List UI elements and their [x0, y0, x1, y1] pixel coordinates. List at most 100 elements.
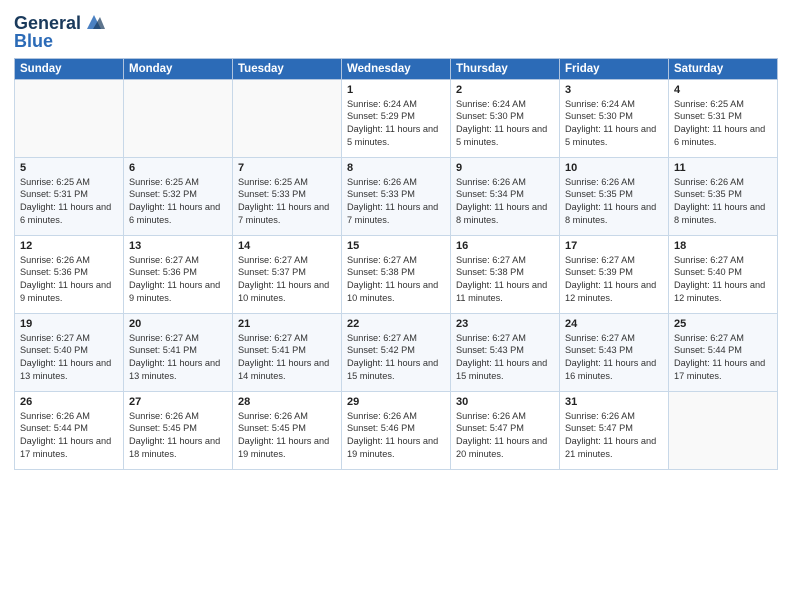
day-number: 3: [565, 84, 663, 96]
day-number: 28: [238, 396, 336, 408]
day-detail: Sunrise: 6:25 AMSunset: 5:31 PMDaylight:…: [674, 98, 772, 150]
day-detail: Sunrise: 6:24 AMSunset: 5:30 PMDaylight:…: [565, 98, 663, 150]
day-number: 17: [565, 240, 663, 252]
calendar-cell: 24Sunrise: 6:27 AMSunset: 5:43 PMDayligh…: [560, 313, 669, 391]
day-number: 18: [674, 240, 772, 252]
day-detail: Sunrise: 6:26 AMSunset: 5:33 PMDaylight:…: [347, 176, 445, 228]
calendar-cell: 27 Sunrise: 6:26 AMSunset: 5:45 PMDayligh…: [124, 391, 233, 469]
day-number: 27: [129, 396, 227, 408]
day-detail: Sunrise: 6:26 AMSunset: 5:46 PMDaylight:…: [347, 410, 445, 462]
weekday-header-thursday: Thursday: [451, 58, 560, 79]
day-number: 24: [565, 318, 663, 330]
calendar-cell: 10Sunrise: 6:26 AMSunset: 5:35 PMDayligh…: [560, 157, 669, 235]
day-number: 4: [674, 84, 772, 96]
calendar-cell: 26Sunrise: 6:26 AMSunset: 5:44 PMDayligh…: [15, 391, 124, 469]
day-number: 25: [674, 318, 772, 330]
calendar-cell: 21 Sunrise: 6:27 AMSunset: 5:41 PMDayligh…: [233, 313, 342, 391]
calendar-cell: 15 Sunrise: 6:27 AMSunset: 5:38 PMDayligh…: [342, 235, 451, 313]
day-detail: Sunrise: 6:24 AMSunset: 5:30 PMDaylight:…: [456, 98, 554, 150]
day-number: 12: [20, 240, 118, 252]
header: General Blue: [14, 10, 778, 52]
day-number: 30: [456, 396, 554, 408]
day-number: 22: [347, 318, 445, 330]
calendar-cell: 7 Sunrise: 6:25 AMSunset: 5:33 PMDaylight…: [233, 157, 342, 235]
weekday-header-monday: Monday: [124, 58, 233, 79]
day-number: 11: [674, 162, 772, 174]
calendar-cell: 29 Sunrise: 6:26 AMSunset: 5:46 PMDayligh…: [342, 391, 451, 469]
day-number: 26: [20, 396, 118, 408]
calendar-cell: 22 Sunrise: 6:27 AMSunset: 5:42 PMDayligh…: [342, 313, 451, 391]
day-detail: Sunrise: 6:26 AMSunset: 5:47 PMDaylight:…: [565, 410, 663, 462]
calendar-cell: 12 Sunrise: 6:26 AMSunset: 5:36 PMDayligh…: [15, 235, 124, 313]
day-number: 1: [347, 84, 445, 96]
calendar-cell: [233, 79, 342, 157]
day-number: 5: [20, 162, 118, 174]
logo: General Blue: [14, 14, 105, 52]
day-detail: Sunrise: 6:26 AMSunset: 5:36 PMDaylight:…: [20, 254, 118, 306]
day-detail: Sunrise: 6:25 AMSunset: 5:32 PMDaylight:…: [129, 176, 227, 228]
calendar-cell: 23 Sunrise: 6:27 AMSunset: 5:43 PMDayligh…: [451, 313, 560, 391]
day-detail: Sunrise: 6:27 AMSunset: 5:42 PMDaylight:…: [347, 332, 445, 384]
week-row-2: 5 Sunrise: 6:25 AMSunset: 5:31 PMDaylight…: [15, 157, 778, 235]
day-detail: Sunrise: 6:26 AMSunset: 5:35 PMDaylight:…: [565, 176, 663, 228]
week-row-5: 26Sunrise: 6:26 AMSunset: 5:44 PMDayligh…: [15, 391, 778, 469]
day-detail: Sunrise: 6:26 AMSunset: 5:34 PMDaylight:…: [456, 176, 554, 228]
day-detail: Sunrise: 6:27 AMSunset: 5:40 PMDaylight:…: [20, 332, 118, 384]
page-container: General Blue SundayMondayTuesdayWednesda…: [0, 0, 792, 476]
day-number: 7: [238, 162, 336, 174]
day-number: 13: [129, 240, 227, 252]
calendar-cell: 1 Sunrise: 6:24 AMSunset: 5:29 PMDaylight…: [342, 79, 451, 157]
calendar-cell: 9 Sunrise: 6:26 AMSunset: 5:34 PMDaylight…: [451, 157, 560, 235]
weekday-header-saturday: Saturday: [669, 58, 778, 79]
calendar-cell: [15, 79, 124, 157]
day-detail: Sunrise: 6:27 AMSunset: 5:38 PMDaylight:…: [347, 254, 445, 306]
day-detail: Sunrise: 6:27 AMSunset: 5:36 PMDaylight:…: [129, 254, 227, 306]
day-detail: Sunrise: 6:27 AMSunset: 5:37 PMDaylight:…: [238, 254, 336, 306]
calendar-cell: 6 Sunrise: 6:25 AMSunset: 5:32 PMDaylight…: [124, 157, 233, 235]
weekday-header-tuesday: Tuesday: [233, 58, 342, 79]
calendar-cell: [124, 79, 233, 157]
day-detail: Sunrise: 6:27 AMSunset: 5:41 PMDaylight:…: [238, 332, 336, 384]
day-number: 20: [129, 318, 227, 330]
logo-icon: [83, 13, 105, 31]
day-number: 21: [238, 318, 336, 330]
day-number: 8: [347, 162, 445, 174]
calendar-cell: 11 Sunrise: 6:26 AMSunset: 5:35 PMDayligh…: [669, 157, 778, 235]
day-detail: Sunrise: 6:25 AMSunset: 5:31 PMDaylight:…: [20, 176, 118, 228]
day-number: 23: [456, 318, 554, 330]
day-number: 14: [238, 240, 336, 252]
day-number: 2: [456, 84, 554, 96]
day-detail: Sunrise: 6:27 AMSunset: 5:43 PMDaylight:…: [456, 332, 554, 384]
day-detail: Sunrise: 6:27 AMSunset: 5:38 PMDaylight:…: [456, 254, 554, 306]
day-number: 29: [347, 396, 445, 408]
day-detail: Sunrise: 6:25 AMSunset: 5:33 PMDaylight:…: [238, 176, 336, 228]
calendar-cell: 2 Sunrise: 6:24 AMSunset: 5:30 PMDaylight…: [451, 79, 560, 157]
day-number: 31: [565, 396, 663, 408]
calendar-cell: 25Sunrise: 6:27 AMSunset: 5:44 PMDayligh…: [669, 313, 778, 391]
calendar-cell: 28Sunrise: 6:26 AMSunset: 5:45 PMDayligh…: [233, 391, 342, 469]
week-row-1: 1 Sunrise: 6:24 AMSunset: 5:29 PMDaylight…: [15, 79, 778, 157]
day-number: 15: [347, 240, 445, 252]
calendar-cell: 5 Sunrise: 6:25 AMSunset: 5:31 PMDaylight…: [15, 157, 124, 235]
calendar-cell: 17 Sunrise: 6:27 AMSunset: 5:39 PMDayligh…: [560, 235, 669, 313]
calendar-cell: 14 Sunrise: 6:27 AMSunset: 5:37 PMDayligh…: [233, 235, 342, 313]
day-detail: Sunrise: 6:26 AMSunset: 5:45 PMDaylight:…: [129, 410, 227, 462]
calendar-cell: 19 Sunrise: 6:27 AMSunset: 5:40 PMDayligh…: [15, 313, 124, 391]
calendar-cell: 20 Sunrise: 6:27 AMSunset: 5:41 PMDayligh…: [124, 313, 233, 391]
calendar-cell: 4 Sunrise: 6:25 AMSunset: 5:31 PMDaylight…: [669, 79, 778, 157]
day-number: 6: [129, 162, 227, 174]
week-row-4: 19 Sunrise: 6:27 AMSunset: 5:40 PMDayligh…: [15, 313, 778, 391]
calendar-cell: 31 Sunrise: 6:26 AMSunset: 5:47 PMDayligh…: [560, 391, 669, 469]
day-number: 9: [456, 162, 554, 174]
day-detail: Sunrise: 6:27 AMSunset: 5:41 PMDaylight:…: [129, 332, 227, 384]
calendar-cell: 13 Sunrise: 6:27 AMSunset: 5:36 PMDayligh…: [124, 235, 233, 313]
day-number: 19: [20, 318, 118, 330]
day-detail: Sunrise: 6:27 AMSunset: 5:40 PMDaylight:…: [674, 254, 772, 306]
calendar-cell: 30Sunrise: 6:26 AMSunset: 5:47 PMDayligh…: [451, 391, 560, 469]
day-detail: Sunrise: 6:27 AMSunset: 5:39 PMDaylight:…: [565, 254, 663, 306]
day-detail: Sunrise: 6:24 AMSunset: 5:29 PMDaylight:…: [347, 98, 445, 150]
day-detail: Sunrise: 6:26 AMSunset: 5:35 PMDaylight:…: [674, 176, 772, 228]
weekday-header-sunday: Sunday: [15, 58, 124, 79]
week-row-3: 12 Sunrise: 6:26 AMSunset: 5:36 PMDayligh…: [15, 235, 778, 313]
calendar-cell: 8 Sunrise: 6:26 AMSunset: 5:33 PMDaylight…: [342, 157, 451, 235]
